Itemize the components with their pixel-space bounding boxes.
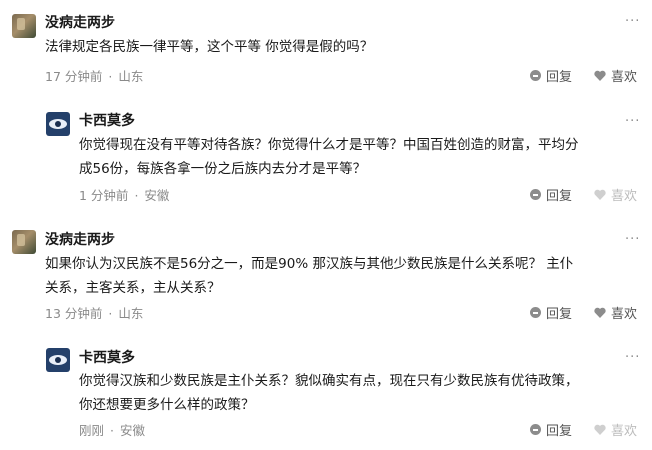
more-options-icon[interactable]: ··· — [625, 114, 640, 129]
comment-text: 法律规定各民族一律平等，这个平等 你觉得是假的吗？ — [45, 39, 374, 55]
comment-text-line: 你觉得现在没有平等对待各族？你觉得什么才是平等？中国百姓创造的财富，平均分 — [79, 137, 579, 153]
more-options-icon[interactable]: ··· — [625, 14, 640, 29]
comment-text: 你觉得汉族和少数民族是主仆关系？貌似确实有点，现在只有少数民族有优待政策， 你还… — [79, 369, 639, 417]
like-button[interactable]: 喜欢 — [594, 185, 637, 204]
heart-icon — [594, 424, 606, 435]
avatar[interactable] — [12, 230, 36, 254]
comment-text-line: 你觉得汉族和少数民族是主仆关系？貌似确实有点，现在只有少数民族有优待政策， — [79, 373, 579, 389]
reply-label: 回复 — [546, 307, 573, 322]
reply-label: 回复 — [546, 424, 573, 439]
comment-text: 你觉得现在没有平等对待各族？你觉得什么才是平等？中国百姓创造的财富，平均分 成5… — [79, 133, 639, 181]
comment-meta: 1 分钟前 · 安徽 — [79, 185, 169, 204]
comment-location: 山东 — [118, 306, 144, 321]
comment-text-line: 关系，主客关系，主从关系？ — [45, 280, 221, 296]
avatar[interactable] — [46, 112, 70, 136]
reply-icon — [530, 189, 541, 200]
comment-text-line: 你还想要更多什么样的政策？ — [79, 397, 255, 413]
reply-label: 回复 — [546, 70, 573, 85]
separator: · — [108, 306, 113, 321]
comment-author[interactable]: 卡西莫多 — [79, 347, 135, 367]
like-label: 喜欢 — [611, 424, 638, 439]
like-button[interactable]: 喜欢 — [594, 66, 637, 85]
comment-author[interactable]: 没病走两步 — [45, 229, 115, 249]
comment-time: 17 分钟前 — [45, 69, 103, 84]
like-button[interactable]: 喜欢 — [594, 420, 637, 439]
comment-meta: 13 分钟前 · 山东 — [45, 303, 143, 322]
avatar[interactable] — [12, 14, 36, 38]
like-label: 喜欢 — [611, 189, 638, 204]
reply-label: 回复 — [546, 189, 573, 204]
heart-icon — [594, 307, 606, 318]
separator: · — [110, 423, 114, 438]
like-label: 喜欢 — [611, 307, 638, 322]
comment-location: 安徽 — [120, 423, 146, 438]
more-options-icon[interactable]: ··· — [625, 232, 640, 247]
avatar[interactable] — [46, 348, 70, 372]
reply-icon — [530, 307, 541, 318]
like-button[interactable]: 喜欢 — [594, 303, 637, 322]
comment-text-line: 成56份，每族各拿一份之后族内去分才是平等？ — [79, 161, 367, 177]
heart-icon — [594, 70, 606, 81]
separator: · — [134, 188, 139, 203]
comment-location: 安徽 — [144, 188, 170, 203]
comment-time: 1 分钟前 — [79, 188, 129, 203]
reply-button[interactable]: 回复 — [530, 185, 572, 204]
reply-icon — [530, 70, 541, 81]
comment-location: 山东 — [118, 69, 144, 84]
comment-author[interactable]: 卡西莫多 — [79, 110, 135, 130]
heart-icon — [594, 189, 606, 200]
comment-time: 13 分钟前 — [45, 306, 103, 321]
reply-button[interactable]: 回复 — [530, 303, 572, 322]
like-label: 喜欢 — [611, 70, 638, 85]
comment-meta: 17 分钟前 · 山东 — [45, 66, 143, 85]
comment-meta: 刚刚 · 安徽 — [79, 420, 145, 439]
reply-button[interactable]: 回复 — [530, 420, 572, 439]
reply-button[interactable]: 回复 — [530, 66, 572, 85]
comment-author[interactable]: 没病走两步 — [45, 12, 115, 32]
more-options-icon[interactable]: ··· — [625, 350, 640, 365]
comment-text-line: 如果你认为汉民族不是56分之一，而是90% 那汉族与其他少数民族是什么关系呢？ … — [45, 256, 574, 272]
comment-text: 如果你认为汉民族不是56分之一，而是90% 那汉族与其他少数民族是什么关系呢？ … — [45, 252, 645, 300]
reply-icon — [530, 424, 541, 435]
separator: · — [108, 69, 113, 84]
comment-time: 刚刚 — [79, 423, 105, 438]
